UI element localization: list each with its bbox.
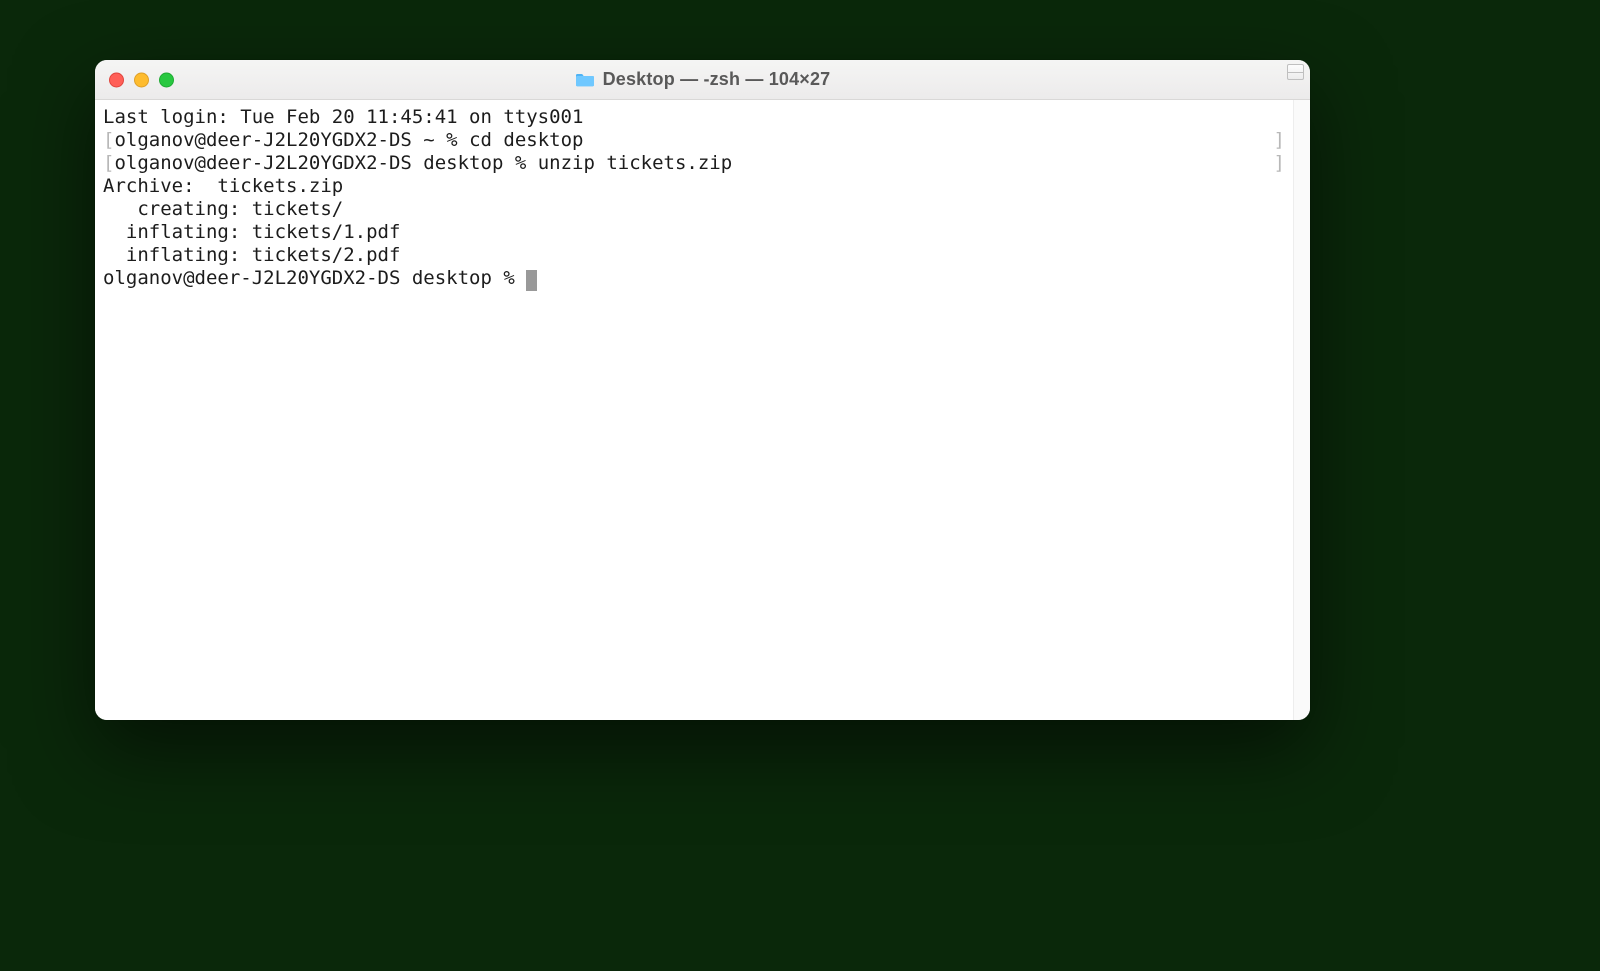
output-line: creating: tickets/ (103, 198, 343, 220)
bracket-close: ] (1274, 129, 1285, 152)
output-line: inflating: tickets/2.pdf (103, 244, 400, 266)
cursor (526, 270, 537, 291)
window-title-text: Desktop — -zsh — 104×27 (603, 69, 831, 90)
terminal-output[interactable]: Last login: Tue Feb 20 11:45:41 on ttys0… (95, 100, 1293, 720)
minimize-button[interactable] (134, 72, 149, 87)
bracket-close: ] (1274, 152, 1285, 175)
traffic-lights (109, 72, 174, 87)
prompt-3: olganov@deer-J2L20YGDX2-DS desktop % (103, 267, 526, 289)
folder-icon (575, 72, 595, 88)
prompt-2: olganov@deer-J2L20YGDX2-DS desktop % (114, 152, 537, 174)
scrollbar[interactable] (1293, 100, 1310, 720)
prompt-1: olganov@deer-J2L20YGDX2-DS ~ % (114, 129, 469, 151)
output-line: inflating: tickets/1.pdf (103, 221, 400, 243)
bracket-open: [ (103, 152, 114, 174)
window-title: Desktop — -zsh — 104×27 (575, 69, 831, 90)
terminal-body: Last login: Tue Feb 20 11:45:41 on ttys0… (95, 100, 1310, 720)
command-1: cd desktop (469, 129, 583, 151)
split-view-icon[interactable] (1287, 64, 1304, 80)
close-button[interactable] (109, 72, 124, 87)
last-login-line: Last login: Tue Feb 20 11:45:41 on ttys0… (103, 106, 583, 128)
command-2: unzip tickets.zip (538, 152, 732, 174)
output-line: Archive: tickets.zip (103, 175, 343, 197)
bracket-open: [ (103, 129, 114, 151)
titlebar[interactable]: Desktop — -zsh — 104×27 (95, 60, 1310, 100)
terminal-window: Desktop — -zsh — 104×27 Last login: Tue … (95, 60, 1310, 720)
zoom-button[interactable] (159, 72, 174, 87)
